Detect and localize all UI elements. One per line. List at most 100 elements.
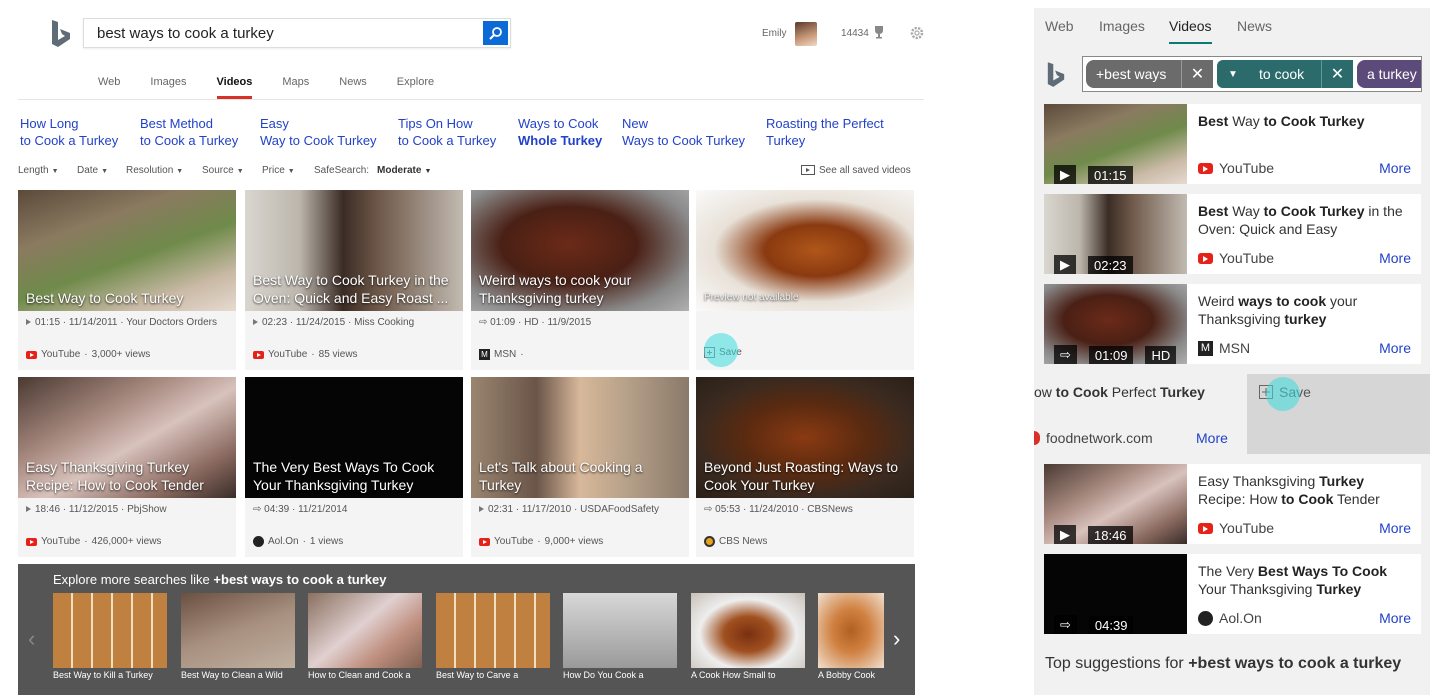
gear-icon[interactable] (909, 25, 925, 41)
video-card[interactable]: Best Way to Cook Turkey in the Oven: Qui… (245, 190, 463, 370)
more-link[interactable]: More (1379, 610, 1411, 626)
related-search-item[interactable]: New Ways to Cook Turkey (622, 115, 745, 149)
video-thumbnail[interactable]: Best Way to Cook Turkey (18, 190, 236, 311)
chevron-down-icon[interactable]: ▼ (1217, 60, 1249, 88)
avatar[interactable] (795, 22, 817, 46)
more-link[interactable]: More (1379, 160, 1411, 176)
related-search-item[interactable]: Best Method to Cook a Turkey (140, 115, 238, 149)
video-thumbnail[interactable]: Weird ways to cook your Thanksgiving tur… (471, 190, 689, 311)
related-search-item[interactable]: Easy Way to Cook Turkey (260, 115, 377, 149)
related-search-item[interactable]: Ways to Cook Whole Turkey (518, 115, 602, 149)
video-result-swiped[interactable]: ow to Cook Perfect Turkey foodnetwork.co… (1034, 374, 1247, 454)
filter-date[interactable]: Date ▼ (77, 165, 108, 176)
scope-tabs: Web Images Videos Maps News Explore (98, 76, 464, 99)
tab-images[interactable]: Images (1099, 18, 1145, 34)
external-link-icon: ⇨ (1054, 615, 1077, 634)
chevron-left-icon[interactable]: ‹ (28, 626, 35, 652)
more-link[interactable]: More (1379, 520, 1411, 536)
more-link[interactable]: More (1196, 430, 1228, 446)
chevron-down-icon: ▼ (101, 168, 109, 175)
safesearch-select[interactable]: Moderate ▼ (377, 165, 431, 176)
video-result[interactable]: ▶ 02:23 Best Way to Cook Turkey in the Ov… (1044, 194, 1421, 274)
related-search-item[interactable]: Tips On How to Cook a Turkey (398, 115, 496, 149)
video-thumbnail[interactable]: Preview not available (696, 190, 914, 311)
query-chip[interactable]: to cook (1249, 60, 1321, 88)
rewards-count[interactable]: 14434 (841, 28, 869, 39)
video-card[interactable]: The Very Best Ways To Cook Your Thanksgi… (245, 377, 463, 557)
tab-explore[interactable]: Explore (397, 76, 434, 99)
video-thumbnail[interactable]: Best Way to Cook Turkey in the Oven: Qui… (245, 190, 463, 311)
saved-videos-link[interactable]: See all saved videos (801, 165, 911, 176)
user-name[interactable]: Emily (762, 28, 786, 39)
video-result[interactable]: ▶ 01:15 Best Way to Cook Turkey YouTube M… (1044, 104, 1421, 184)
query-chip[interactable]: +best ways (1086, 60, 1181, 88)
video-result[interactable]: ⇨ 04:39 The Very Best Ways To Cook Your T… (1044, 554, 1421, 634)
play-icon (253, 319, 258, 325)
more-link[interactable]: More (1379, 340, 1411, 356)
filter-source[interactable]: Source ▼ (202, 165, 244, 176)
video-card[interactable]: Easy Thanksgiving Turkey Recipe: How to … (18, 377, 236, 557)
filter-resolution[interactable]: Resolution ▼ (126, 165, 183, 176)
save-button[interactable]: Save (1247, 374, 1430, 454)
related-search-item[interactable]: How Long to Cook a Turkey (20, 115, 118, 149)
youtube-icon (1198, 162, 1213, 174)
filter-price[interactable]: Price ▼ (262, 165, 295, 176)
more-link[interactable]: More (1379, 250, 1411, 266)
trophy-icon[interactable] (872, 25, 886, 39)
tab-news[interactable]: News (339, 76, 367, 99)
explore-item[interactable] (818, 593, 884, 668)
tab-videos[interactable]: Videos (216, 76, 253, 99)
video-thumbnail[interactable]: Easy Thanksgiving Turkey Recipe: How to … (18, 377, 236, 498)
explore-more-carousel: Explore more searches like +best ways to… (18, 564, 915, 695)
explore-item[interactable] (53, 593, 167, 668)
video-thumbnail[interactable]: Beyond Just Roasting: Ways to Cook Your … (696, 377, 914, 498)
bing-logo-icon[interactable] (50, 19, 72, 49)
video-thumbnail[interactable]: ▶ 01:15 (1044, 104, 1187, 184)
chevron-down-icon: ▼ (51, 168, 59, 175)
close-icon[interactable]: ✕ (1181, 60, 1213, 88)
play-icon: ▶ (1054, 255, 1076, 274)
msn-icon: M (479, 349, 490, 360)
bing-logo-icon[interactable] (1046, 60, 1066, 90)
video-result[interactable]: ▶ 18:46 Easy Thanksgiving Turkey Recipe: … (1044, 464, 1421, 544)
filter-length[interactable]: Length ▼ (18, 165, 59, 176)
tab-videos[interactable]: Videos (1169, 18, 1212, 44)
safesearch-label: SafeSearch: (314, 165, 370, 176)
tab-images[interactable]: Images (150, 76, 186, 99)
tab-web[interactable]: Web (1045, 18, 1074, 34)
tab-news[interactable]: News (1237, 18, 1272, 34)
video-thumbnail[interactable]: ⇨ 01:09 HD (1044, 284, 1187, 364)
youtube-icon (1198, 252, 1213, 264)
chevron-right-icon[interactable]: › (893, 626, 900, 652)
video-card[interactable]: Let's Talk about Cooking a Turkey 02:31 … (471, 377, 689, 557)
query-chip-bar[interactable]: +best ways ✕ ▼ to cook ✕ a turkey (1082, 56, 1422, 92)
video-thumbnail[interactable]: ⇨ 04:39 (1044, 554, 1187, 634)
video-thumbnail[interactable]: The Very Best Ways To Cook Your Thanksgi… (245, 377, 463, 498)
related-search-item[interactable]: Roasting the Perfect Turkey (766, 115, 884, 149)
explore-item[interactable] (308, 593, 422, 668)
video-thumbnail[interactable]: Let's Talk about Cooking a Turkey (471, 377, 689, 498)
video-card[interactable]: Beyond Just Roasting: Ways to Cook Your … (696, 377, 914, 557)
search-query-text[interactable]: best ways to cook a turkey (97, 25, 274, 42)
external-link-icon: ⇨ (704, 504, 713, 515)
close-icon[interactable]: ✕ (1321, 60, 1353, 88)
video-card[interactable]: Best Way to Cook Turkey 01:15 · 11/14/20… (18, 190, 236, 370)
explore-item[interactable] (691, 593, 805, 668)
video-thumbnail[interactable]: ▶ 02:23 (1044, 194, 1187, 274)
explore-item[interactable] (181, 593, 295, 668)
play-icon (26, 506, 31, 512)
search-button[interactable] (483, 21, 508, 45)
tab-maps[interactable]: Maps (282, 76, 309, 99)
video-result[interactable]: ⇨ 01:09 HD Weird ways to cook your Thanksg… (1044, 284, 1421, 364)
play-icon (26, 319, 31, 325)
video-card[interactable]: Weird ways to cook your Thanksgiving tur… (471, 190, 689, 370)
explore-item[interactable] (563, 593, 677, 668)
tab-web[interactable]: Web (98, 76, 120, 99)
search-input[interactable]: best ways to cook a turkey (83, 18, 511, 48)
video-card[interactable]: Preview not available Save (696, 190, 914, 370)
bing-video-results: best ways to cook a turkey Emily 14434 W… (0, 0, 930, 695)
video-thumbnail[interactable]: ▶ 18:46 (1044, 464, 1187, 544)
external-link-icon: ⇨ (1054, 345, 1077, 364)
query-chip[interactable]: a turkey (1357, 60, 1421, 88)
explore-item[interactable] (436, 593, 550, 668)
